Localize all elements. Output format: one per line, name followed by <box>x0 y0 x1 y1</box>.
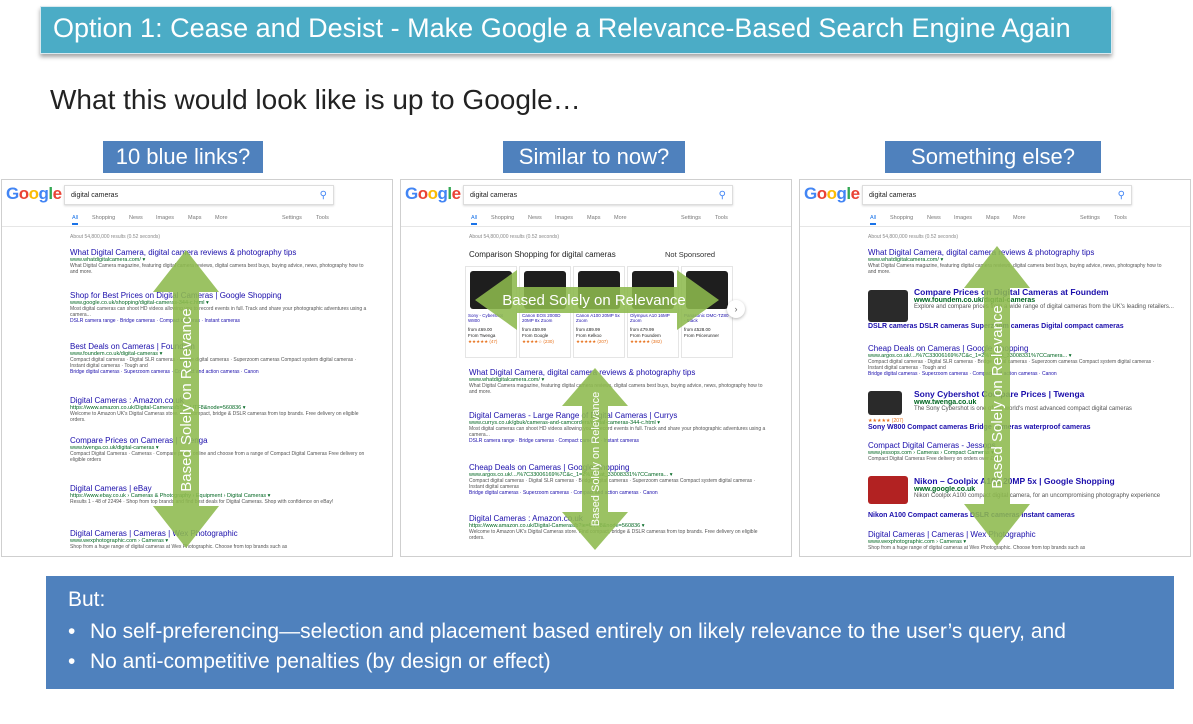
arrow-label-3: Based Solely on Relevance <box>590 392 602 527</box>
arrow-label-2: Based Solely on Relevance <box>502 292 685 309</box>
but-callout: But: • No self-preferencing—selection and… <box>46 576 1174 689</box>
bullet-text: No anti-competitive penalties (by design… <box>90 650 551 673</box>
bullet-glyph: • <box>68 620 76 643</box>
bullet-glyph: • <box>68 650 76 673</box>
arrow-label-4: Based Solely on Relevance <box>989 305 1006 488</box>
but-heading: But: <box>68 588 106 611</box>
bullet-item: • No anti-competitive penalties (by desig… <box>68 650 551 674</box>
bullet-item: • No self-preferencing—selection and plac… <box>68 620 1066 644</box>
bullet-text: No self-preferencing—selection and place… <box>90 620 1066 643</box>
arrow-label-1: Based Solely on Relevance <box>178 308 195 491</box>
